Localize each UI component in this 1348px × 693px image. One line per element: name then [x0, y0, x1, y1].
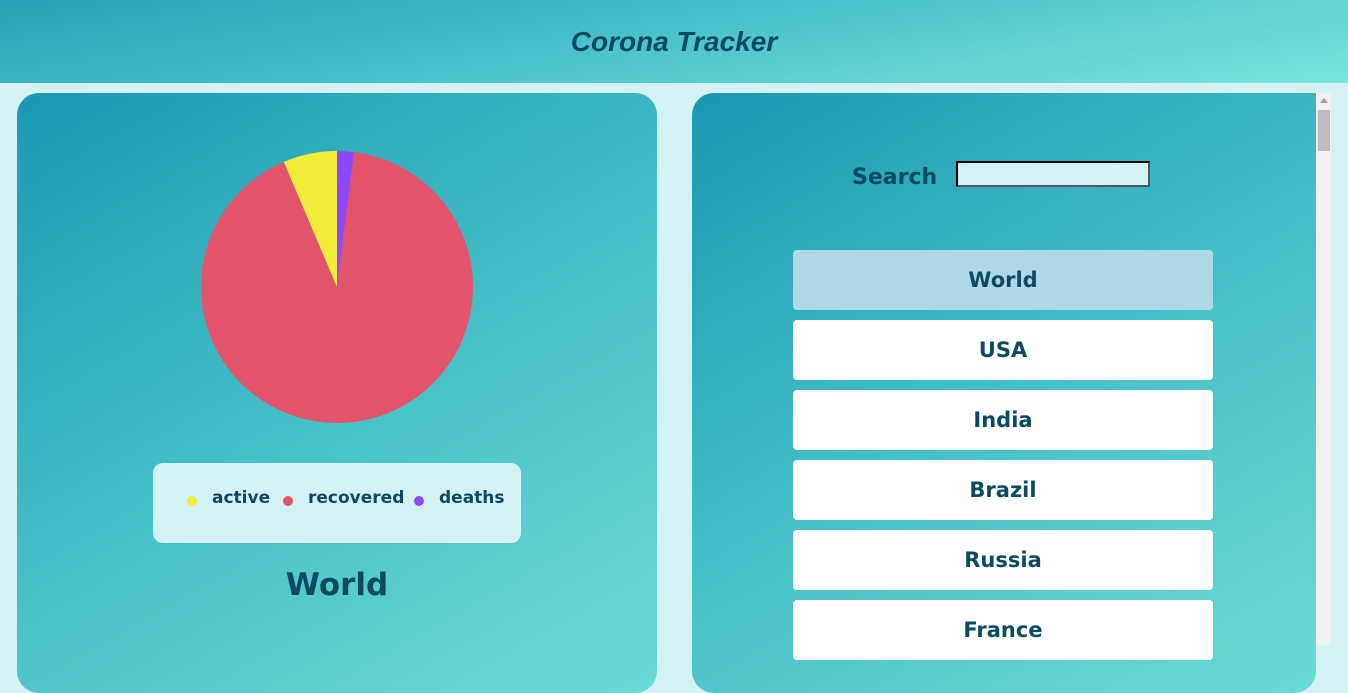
legend-item-deaths[interactable]: deaths	[414, 488, 505, 508]
chart-legend: active recovered deaths	[153, 463, 521, 543]
country-item-france[interactable]: France	[793, 600, 1213, 660]
legend-item-recovered[interactable]: recovered	[283, 488, 404, 508]
scroll-up-arrow-icon[interactable]	[1320, 98, 1328, 103]
legend-label: deaths	[439, 488, 505, 508]
country-item-world[interactable]: World	[793, 250, 1213, 310]
legend-label: active	[212, 488, 271, 508]
search-label: Search	[852, 165, 938, 190]
app-title: Corona Tracker	[570, 25, 778, 57]
chart-card: active recovered deaths World	[17, 93, 657, 693]
legend-item-active[interactable]: active	[187, 488, 270, 508]
scrollbar-thumb[interactable]	[1318, 110, 1330, 151]
legend-dot-deaths	[414, 496, 424, 506]
pie-chart	[200, 151, 473, 423]
app-header: Corona Tracker	[0, 0, 1348, 83]
legend-dot-active	[187, 496, 197, 506]
country-item-usa[interactable]: USA	[793, 320, 1213, 380]
country-item-brazil[interactable]: Brazil	[793, 460, 1213, 520]
country-list-scrollbar[interactable]	[1316, 93, 1331, 645]
legend-label: recovered	[308, 488, 405, 508]
legend-dot-recovered	[283, 496, 293, 506]
selected-country-title: World	[285, 567, 389, 603]
country-list: World USA India Brazil Russia France	[793, 250, 1213, 670]
country-item-russia[interactable]: Russia	[793, 530, 1213, 590]
search-input[interactable]	[956, 161, 1150, 187]
country-item-india[interactable]: India	[793, 390, 1213, 450]
country-list-card: Search World USA India Brazil Russia Fra…	[692, 93, 1316, 693]
